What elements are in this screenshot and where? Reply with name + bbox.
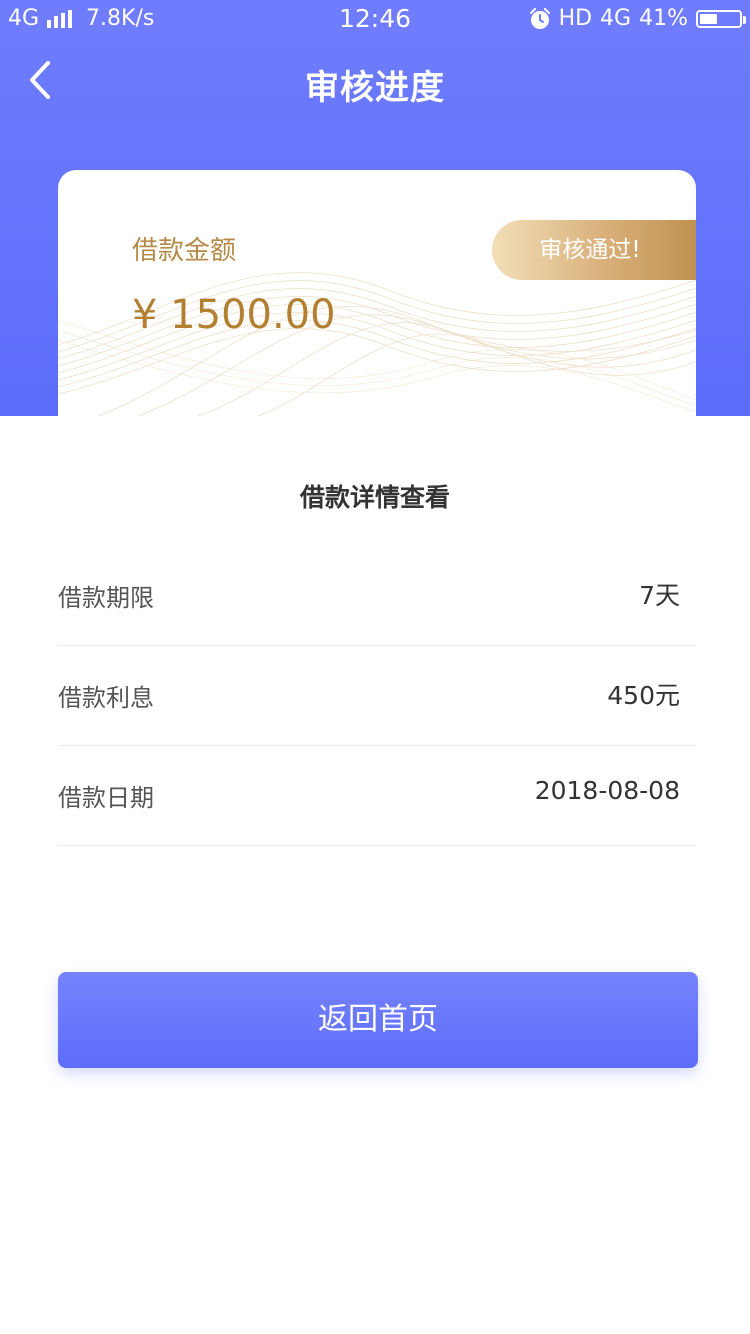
amount-card: 借款金额 ¥ 1500.00 审核通过! — [58, 170, 696, 416]
detail-label: 借款日期 — [58, 784, 154, 812]
detail-row-term: 借款期限 7天 — [58, 546, 696, 646]
detail-value: 2018-08-08 — [534, 776, 680, 805]
detail-label: 借款利息 — [58, 684, 154, 712]
detail-value: 7天 — [639, 581, 680, 610]
details-title: 借款详情查看 — [299, 483, 450, 512]
battery-percent: 41% — [639, 6, 688, 31]
hd-label: HD — [558, 6, 593, 31]
status-right: HD 4G 41% — [529, 6, 746, 31]
status-bar: 4G 7.8K/s 12:46 HD 4G 41% — [0, 0, 750, 40]
loan-amount-label: 借款金额 — [132, 236, 237, 266]
detail-row-date: 借款日期 2018-08-08 — [58, 746, 696, 846]
status-badge: 审核通过! — [492, 220, 696, 280]
detail-value: 450元 — [607, 681, 680, 710]
network-right-label: 4G — [600, 6, 632, 31]
detail-label: 借款期限 — [58, 584, 154, 612]
detail-row-interest: 借款利息 450元 — [58, 646, 696, 746]
return-home-button[interactable]: 返回首页 — [58, 972, 698, 1068]
page-title: 审核进度 — [305, 68, 445, 108]
battery-icon — [696, 9, 746, 28]
loan-amount-value: ¥ 1500.00 — [132, 292, 336, 338]
detail-list: 借款期限 7天 借款利息 450元 借款日期 2018-08-08 — [58, 546, 696, 846]
alarm-icon — [529, 7, 550, 29]
